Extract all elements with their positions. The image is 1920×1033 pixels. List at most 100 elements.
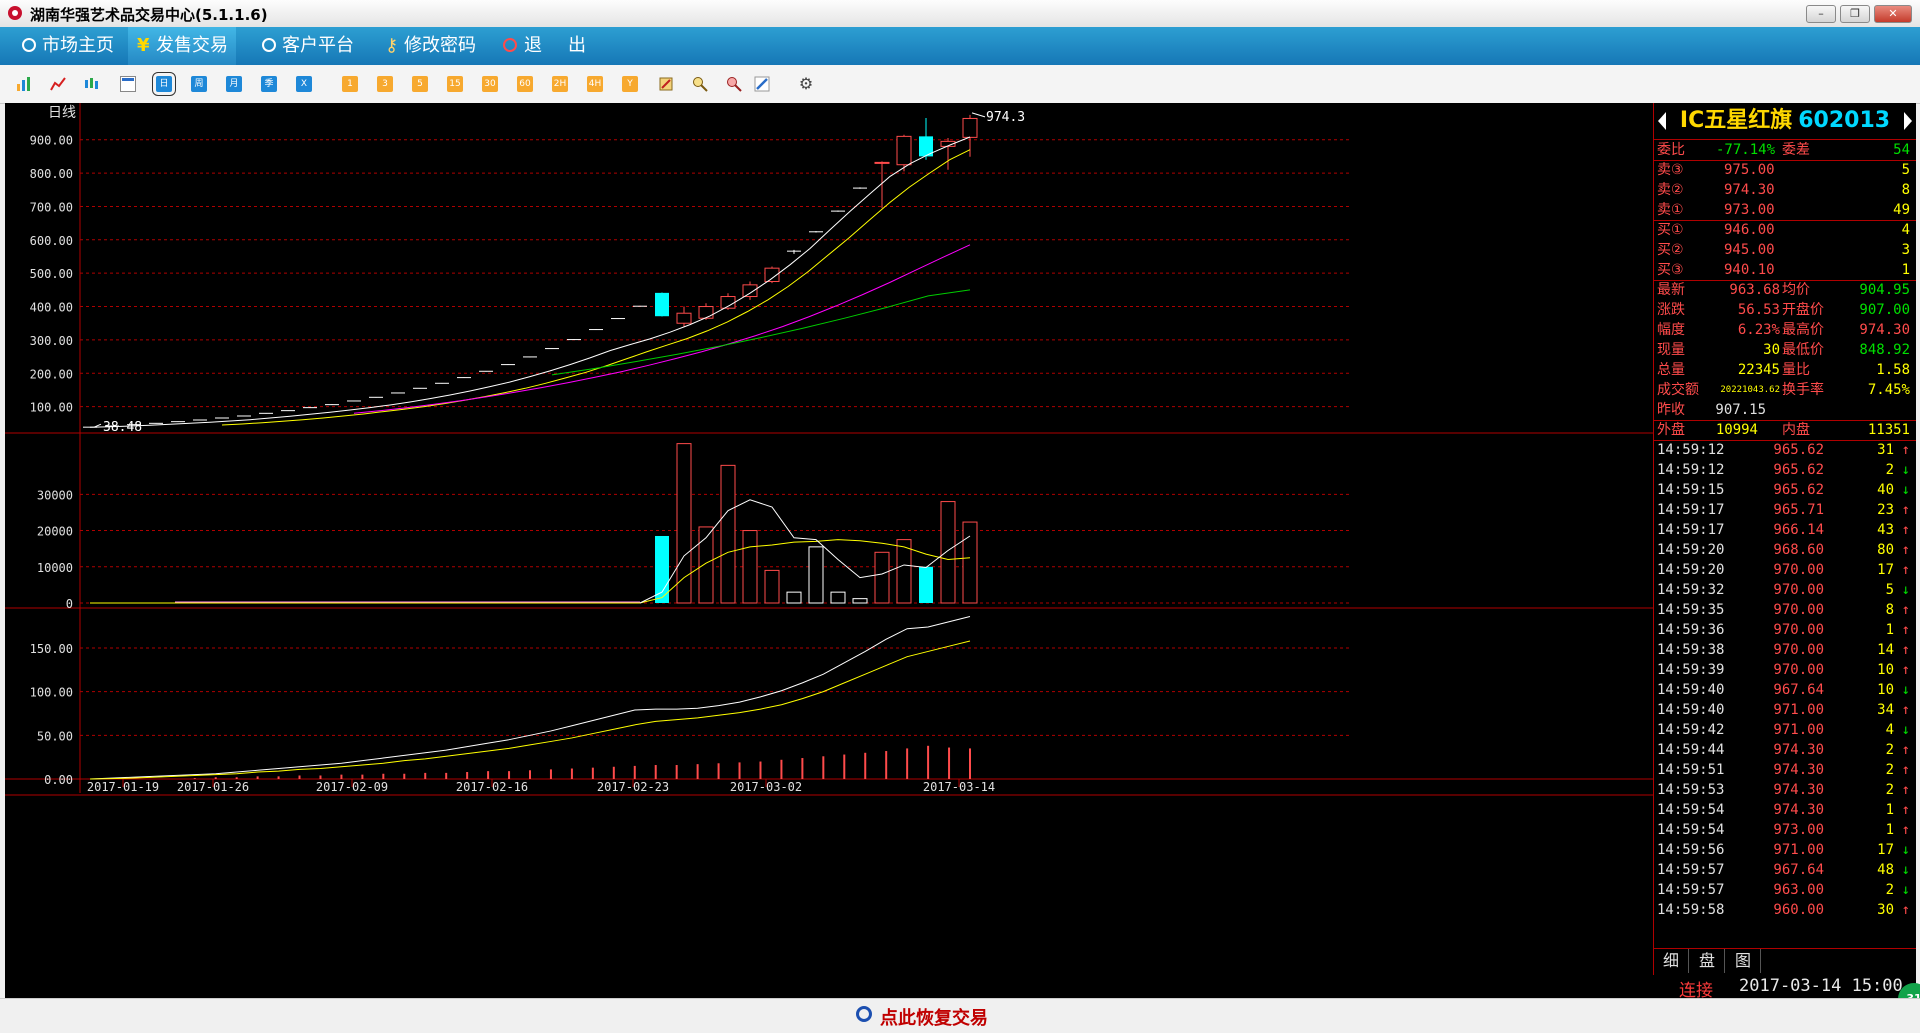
tick-price: 967.64 bbox=[1773, 682, 1824, 698]
minute-30-button[interactable]: 30 bbox=[482, 76, 498, 92]
platform-icon bbox=[262, 38, 276, 52]
tick-volume: 8 bbox=[1885, 602, 1894, 618]
detail-tabs: 细 盘 图 bbox=[1654, 949, 1916, 973]
stat-row: 总量 22345 量比 1.58 bbox=[1654, 360, 1916, 380]
menu-logout-2[interactable]: 出 bbox=[556, 27, 594, 65]
menu-label: 退 bbox=[524, 35, 542, 56]
stat-value-2: 848.92 bbox=[1859, 342, 1910, 358]
candle-chart-icon[interactable] bbox=[84, 76, 100, 92]
line-chart-icon[interactable] bbox=[50, 76, 66, 92]
next-stock-arrow-icon[interactable] bbox=[1904, 112, 1912, 130]
tab-detail[interactable]: 细 bbox=[1654, 949, 1689, 973]
stat-row: 涨跌 56.53 开盘价 907.00 bbox=[1654, 300, 1916, 320]
outer-inner-row: 外盘 10994 内盘 11351 bbox=[1654, 420, 1916, 440]
kline-chart[interactable]: 日线 900.00 800.00 700.00 600.00 500.00 400.00 30… bbox=[5, 103, 1653, 998]
volume-bar bbox=[720, 464, 736, 604]
period-quarter-button[interactable]: 季 bbox=[261, 76, 277, 92]
volume-bar bbox=[940, 501, 956, 604]
stat-value-2: 7.45% bbox=[1867, 382, 1910, 398]
bid-volume: 1 bbox=[1901, 262, 1910, 278]
arrow-up-icon: ↑ bbox=[1901, 622, 1910, 638]
y-tick-label: 100.00 bbox=[30, 401, 73, 415]
gear-icon[interactable]: ⚙ bbox=[798, 76, 814, 92]
outer-label: 外盘 bbox=[1657, 422, 1685, 438]
main-menu: 市场主页 ¥ 发售交易 客户平台 ⚷ 修改密码 退 出 bbox=[0, 27, 1920, 65]
bid-row: 买① 946.00 4 bbox=[1654, 220, 1916, 240]
period-x-button[interactable]: X bbox=[296, 76, 312, 92]
restore-button[interactable]: ❐ bbox=[1840, 5, 1870, 23]
tab-orderbook[interactable]: 盘 bbox=[1690, 949, 1725, 973]
pencil-icon[interactable] bbox=[754, 76, 770, 92]
indicator-tick-label: 0.00 bbox=[44, 773, 73, 787]
menu-issue-trade[interactable]: ¥ 发售交易 bbox=[128, 27, 236, 65]
menu-label: 市场主页 bbox=[42, 35, 114, 56]
period-week-button[interactable]: 周 bbox=[191, 76, 207, 92]
bar-chart-icon[interactable] bbox=[16, 76, 32, 92]
ask-row: 卖② 974.30 8 bbox=[1654, 180, 1916, 200]
bid-volume: 3 bbox=[1901, 242, 1910, 258]
arrow-up-icon: ↑ bbox=[1901, 522, 1910, 538]
status-row: 连接 2017-03-14 15:00 bbox=[1653, 975, 1915, 1001]
tick-price: 967.64 bbox=[1773, 862, 1824, 878]
minute-1-button[interactable]: 1 bbox=[342, 76, 358, 92]
zoom-in-icon[interactable] bbox=[692, 76, 708, 92]
tick-row: 14:59:54 973.00 1 ↑ bbox=[1654, 820, 1916, 840]
outer-value: 10994 bbox=[1715, 422, 1758, 438]
x-tick-label: 2017-02-16 bbox=[456, 780, 528, 794]
draw-icon[interactable] bbox=[658, 76, 674, 92]
tick-row: 14:59:20 970.00 17 ↑ bbox=[1654, 560, 1916, 580]
tick-time: 14:59:54 bbox=[1657, 802, 1725, 818]
tick-volume: 2 bbox=[1885, 762, 1894, 778]
y-tick-label: 200.00 bbox=[30, 367, 73, 381]
tab-chart[interactable]: 图 bbox=[1726, 949, 1761, 973]
hour-2-button[interactable]: 2H bbox=[552, 76, 568, 92]
prev-stock-arrow-icon[interactable] bbox=[1658, 112, 1666, 130]
status-datetime: 2017-03-14 15:00 bbox=[1739, 976, 1903, 996]
arrow-down-icon: ↓ bbox=[1901, 882, 1910, 898]
tick-time: 14:59:53 bbox=[1657, 782, 1725, 798]
minute-5-button[interactable]: 5 bbox=[412, 76, 428, 92]
tick-price: 973.00 bbox=[1773, 822, 1824, 838]
minimize-button[interactable]: – bbox=[1806, 5, 1836, 23]
tick-time: 14:59:12 bbox=[1657, 462, 1725, 478]
minute-60-button[interactable]: 60 bbox=[517, 76, 533, 92]
stat-label-2: 均价 bbox=[1782, 282, 1810, 298]
calendar-icon[interactable] bbox=[120, 76, 136, 92]
stat-value-2: 904.95 bbox=[1859, 282, 1910, 298]
tick-price: 965.62 bbox=[1773, 482, 1824, 498]
tick-time: 14:59:42 bbox=[1657, 722, 1725, 738]
tick-time: 14:59:38 bbox=[1657, 642, 1725, 658]
tick-time: 14:59:56 bbox=[1657, 842, 1725, 858]
minute-3-button[interactable]: 3 bbox=[377, 76, 393, 92]
close-button[interactable]: ✕ bbox=[1874, 5, 1912, 23]
y-tick-label: 600.00 bbox=[30, 234, 73, 248]
tick-volume: 14 bbox=[1877, 642, 1894, 658]
stat-label: 涨跌 bbox=[1657, 302, 1685, 318]
tick-time: 14:59:35 bbox=[1657, 602, 1725, 618]
tick-volume: 2 bbox=[1885, 882, 1894, 898]
tick-price: 974.30 bbox=[1773, 762, 1824, 778]
arrow-down-icon: ↓ bbox=[1901, 482, 1910, 498]
arrow-down-icon: ↓ bbox=[1901, 862, 1910, 878]
minute-15-button[interactable]: 15 bbox=[447, 76, 463, 92]
ask-row: 卖③ 975.00 5 bbox=[1654, 160, 1916, 180]
stat-label-2: 最高价 bbox=[1782, 322, 1824, 338]
restore-trade-link[interactable]: 点此恢复交易 bbox=[856, 1004, 988, 1030]
tick-volume: 34 bbox=[1877, 702, 1894, 718]
period-month-button[interactable]: 月 bbox=[226, 76, 242, 92]
menu-change-password[interactable]: ⚷ 修改密码 bbox=[376, 27, 484, 65]
chart-toolbar: 日 周 月 季 X 1 3 5 15 30 60 2H 4H Y ⚙ bbox=[0, 65, 1920, 104]
tick-time: 14:59:15 bbox=[1657, 482, 1725, 498]
menu-market-home[interactable]: 市场主页 bbox=[14, 27, 122, 65]
menu-client-platform[interactable]: 客户平台 bbox=[254, 27, 362, 65]
arrow-down-icon: ↓ bbox=[1901, 462, 1910, 478]
zoom-out-icon[interactable] bbox=[726, 76, 742, 92]
bid-row: 买③ 940.10 1 bbox=[1654, 260, 1916, 280]
menu-label: 客户平台 bbox=[282, 35, 354, 56]
menu-logout[interactable]: 退 bbox=[496, 27, 550, 65]
period-day-button[interactable]: 日 bbox=[152, 72, 176, 96]
y-tick-label: 700.00 bbox=[30, 200, 73, 214]
year-button[interactable]: Y bbox=[622, 76, 638, 92]
hour-4-button[interactable]: 4H bbox=[587, 76, 603, 92]
menu-label: 出 bbox=[568, 35, 586, 56]
